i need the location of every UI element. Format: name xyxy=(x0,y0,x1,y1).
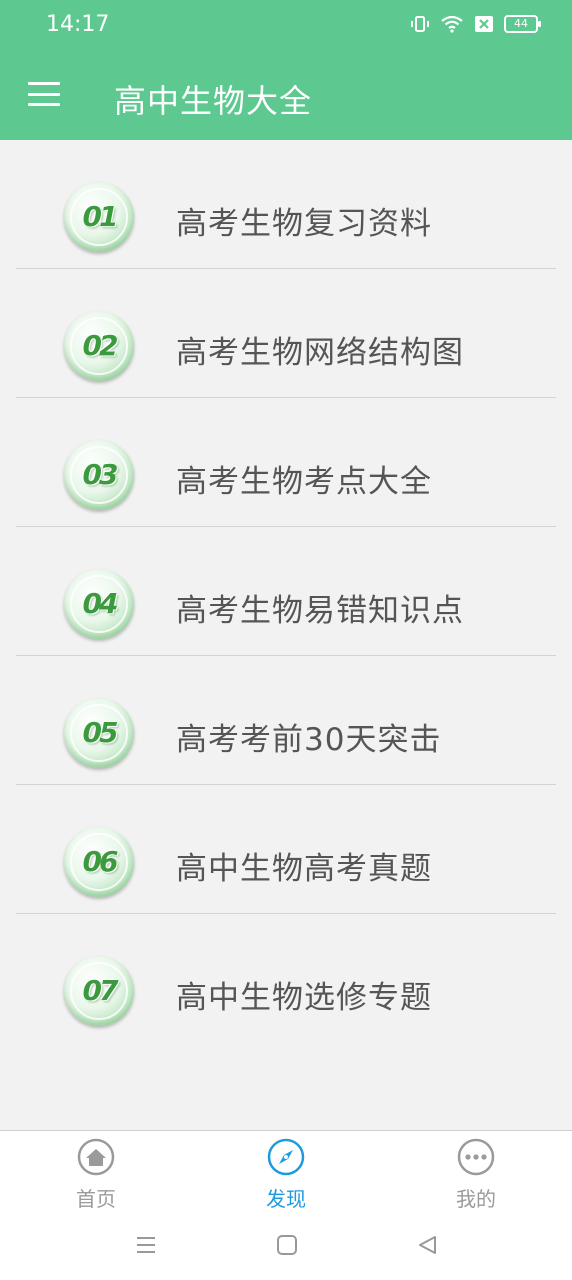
compass-icon xyxy=(226,1137,346,1181)
list-item[interactable]: 03 高考生物考点大全 xyxy=(0,398,572,527)
wifi-icon xyxy=(440,14,464,34)
list-item-label: 高考生物网络结构图 xyxy=(176,335,464,371)
nav-item-mine[interactable]: 我的 xyxy=(416,1137,536,1212)
list-item-label: 高考生物易错知识点 xyxy=(176,593,464,629)
number-badge-icon: 03 xyxy=(64,440,134,510)
list-item-label: 高中生物选修专题 xyxy=(176,980,432,1016)
home-icon xyxy=(36,1137,156,1181)
status-icons: 44 xyxy=(410,14,541,34)
nav-label: 首页 xyxy=(76,1187,116,1211)
number-badge-icon: 04 xyxy=(64,569,134,639)
list-item[interactable]: 01 高考生物复习资料 xyxy=(0,140,572,269)
bottom-nav: 首页 发现 我的 xyxy=(0,1130,572,1214)
list-item[interactable]: 05 高考考前30天突击 xyxy=(0,656,572,785)
badge-number: 06 xyxy=(82,845,119,878)
badge-number: 01 xyxy=(82,200,119,233)
nav-item-home[interactable]: 首页 xyxy=(36,1137,156,1212)
battery-icon: 44 xyxy=(504,15,541,33)
badge-number: 02 xyxy=(82,329,119,362)
number-badge-icon: 06 xyxy=(64,827,134,897)
status-bar: 14:17 44 xyxy=(0,0,572,50)
system-navigation-bar xyxy=(0,1214,572,1280)
list-item[interactable]: 07 高中生物选修专题 xyxy=(0,914,572,1043)
toolbar: 高中生物大全 xyxy=(0,50,572,140)
number-badge-icon: 07 xyxy=(64,956,134,1026)
nav-item-discover[interactable]: 发现 xyxy=(226,1137,346,1212)
hamburger-menu-icon[interactable] xyxy=(22,76,66,112)
vibrate-icon xyxy=(410,14,430,34)
nav-label: 发现 xyxy=(266,1187,306,1211)
list-item[interactable]: 06 高中生物高考真题 xyxy=(0,785,572,914)
list-item-label: 高中生物高考真题 xyxy=(176,851,432,887)
back-icon[interactable] xyxy=(416,1234,438,1260)
more-dots-icon xyxy=(416,1137,536,1181)
home-button-icon[interactable] xyxy=(276,1234,298,1260)
number-badge-icon: 05 xyxy=(64,698,134,768)
list-item[interactable]: 02 高考生物网络结构图 xyxy=(0,269,572,398)
nav-label: 我的 xyxy=(456,1187,496,1211)
list-item-label: 高考考前30天突击 xyxy=(176,722,442,758)
app-header: 14:17 44 高中生物大全 xyxy=(0,0,572,140)
number-badge-icon: 02 xyxy=(64,311,134,381)
badge-number: 04 xyxy=(82,587,119,620)
page-title: 高中生物大全 xyxy=(114,82,313,120)
list-item[interactable]: 04 高考生物易错知识点 xyxy=(0,527,572,656)
topic-list: 01 高考生物复习资料 02 高考生物网络结构图 03 高考生物考点大全 04 … xyxy=(0,140,572,1043)
list-item-label: 高考生物考点大全 xyxy=(176,464,432,500)
badge-number: 03 xyxy=(82,458,119,491)
number-badge-icon: 01 xyxy=(64,182,134,252)
badge-number: 05 xyxy=(82,716,119,749)
list-item-label: 高考生物复习资料 xyxy=(176,206,432,242)
recent-apps-icon[interactable] xyxy=(135,1234,157,1260)
status-time: 14:17 xyxy=(46,12,110,37)
sim-off-icon xyxy=(474,15,494,33)
badge-number: 07 xyxy=(82,974,119,1007)
